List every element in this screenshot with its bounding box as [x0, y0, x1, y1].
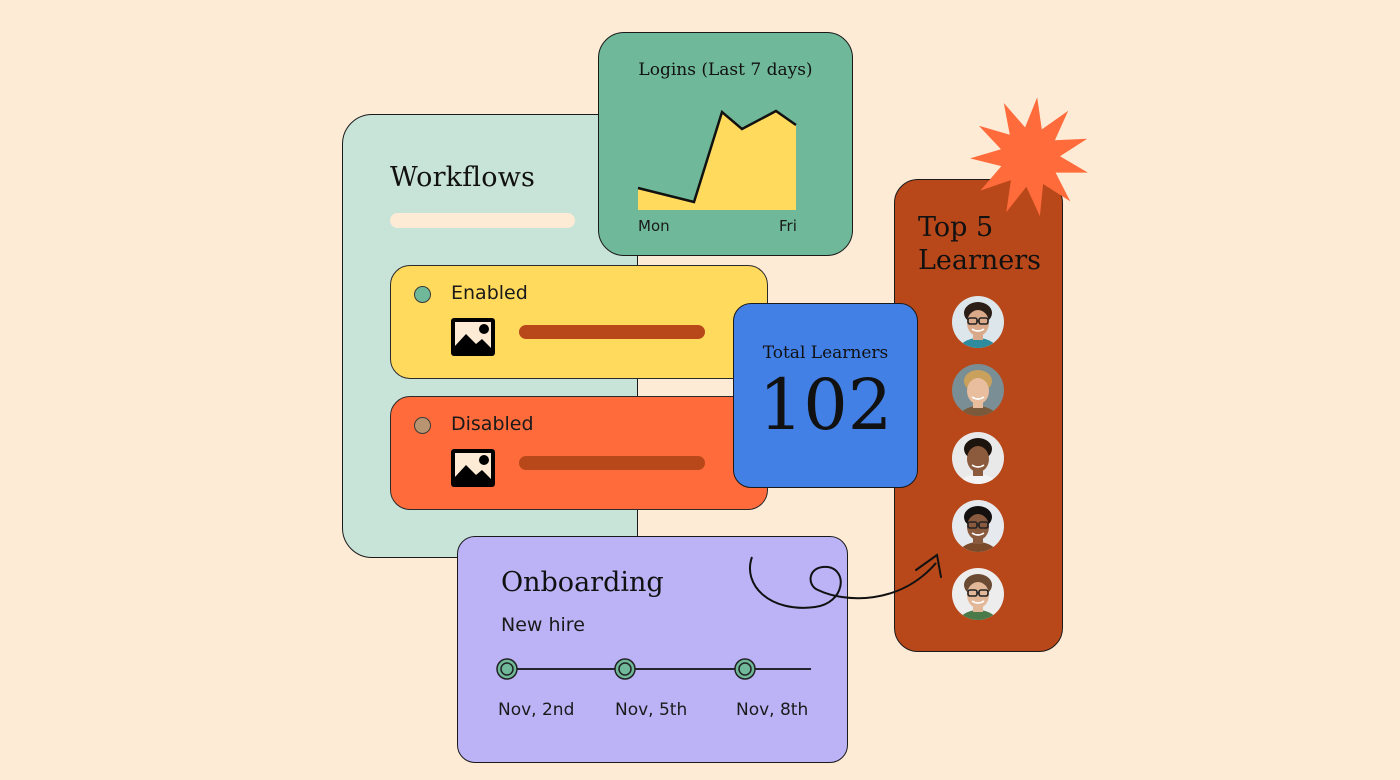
top-learners-title: Top 5 Learners	[918, 211, 1041, 277]
timeline-milestone-dot[interactable]	[496, 658, 518, 680]
avatar-photo	[952, 568, 1004, 620]
milestone-date: Nov, 2nd	[498, 700, 575, 720]
avatar-photo	[952, 500, 1004, 552]
workflows-placeholder-bar	[390, 213, 575, 228]
starburst-icon	[970, 97, 1088, 217]
avatar-photo	[952, 364, 1004, 416]
total-learners-label: Total Learners	[762, 343, 889, 363]
learner-avatar[interactable]	[952, 568, 1004, 620]
enabled-status-dot	[414, 286, 431, 303]
onboarding-title: Onboarding	[501, 567, 664, 598]
x-tick-label-end: Fri	[779, 217, 797, 235]
workflow-card-enabled[interactable]: Enabled	[390, 265, 768, 379]
image-icon	[451, 318, 495, 356]
timeline-milestone-dot[interactable]	[734, 658, 756, 680]
x-tick-label-start: Mon	[638, 217, 670, 235]
chart-title: Logins (Last 7 days)	[638, 60, 813, 80]
top-learners-title-line2: Learners	[918, 245, 1042, 276]
milestone-date: Nov, 5th	[615, 700, 688, 720]
avatar-photo	[952, 296, 1004, 348]
learner-avatar[interactable]	[952, 500, 1004, 552]
avatar-photo	[952, 432, 1004, 484]
total-learners-value: 102	[758, 364, 893, 446]
disabled-status-dot	[414, 417, 431, 434]
workflow-card-disabled[interactable]: Disabled	[390, 396, 768, 510]
milestone-date: Nov, 8th	[736, 700, 809, 720]
onboarding-subtitle: New hire	[501, 614, 585, 636]
learner-avatar[interactable]	[952, 364, 1004, 416]
workflows-title: Workflows	[390, 162, 536, 193]
curly-arrow-icon	[749, 553, 942, 609]
learner-avatar[interactable]	[952, 432, 1004, 484]
disabled-status-label: Disabled	[451, 413, 534, 435]
timeline-milestone-dot[interactable]	[614, 658, 636, 680]
workflow-progress-bar	[519, 456, 705, 470]
learner-avatar[interactable]	[952, 296, 1004, 348]
enabled-status-label: Enabled	[451, 282, 528, 304]
workflow-progress-bar	[519, 325, 705, 339]
image-icon	[451, 449, 495, 487]
onboarding-timeline	[496, 658, 811, 680]
